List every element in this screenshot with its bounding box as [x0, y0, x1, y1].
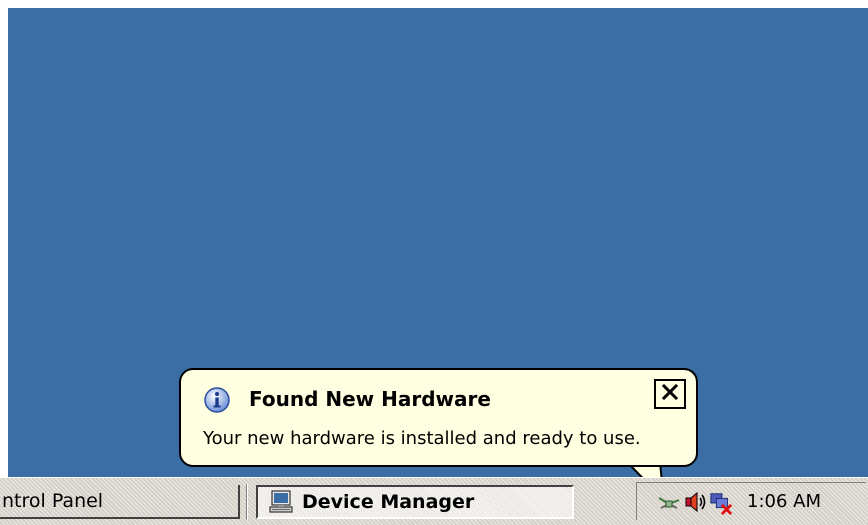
taskbar-button-control-panel[interactable]: ntrol Panel [0, 485, 240, 519]
hardware-icon[interactable] [657, 490, 681, 514]
balloon-close-button[interactable] [654, 379, 686, 409]
taskbar-button-label: ntrol Panel [2, 490, 104, 512]
volume-icon[interactable] [683, 490, 707, 514]
taskbar-button-label: Device Manager [302, 491, 475, 513]
notification-balloon[interactable]: Found New Hardware Your new hardware is … [179, 368, 698, 467]
balloon-message: Your new hardware is installed and ready… [203, 428, 641, 449]
close-icon [661, 383, 679, 404]
computer-icon [268, 489, 294, 515]
taskbar-button-device-manager[interactable]: Device Manager [256, 485, 574, 519]
balloon-title: Found New Hardware [249, 387, 491, 411]
tray-clock[interactable]: 1:06 AM [747, 491, 821, 512]
info-icon [203, 386, 231, 414]
system-tray: 1:06 AM [636, 482, 866, 520]
taskbar-separator [246, 484, 248, 520]
taskbar: ntrol Panel Device Manager 1:06 AM [0, 477, 868, 525]
network-disconnected-icon[interactable] [709, 490, 733, 515]
